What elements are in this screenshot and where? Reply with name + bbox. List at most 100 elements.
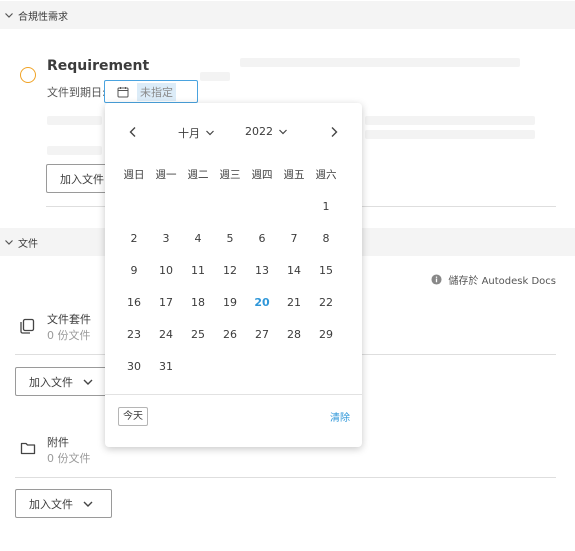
due-date-value: 未指定 bbox=[137, 82, 176, 101]
calendar-day[interactable]: 22 bbox=[310, 295, 342, 315]
placeholder-line bbox=[200, 72, 230, 81]
calendar-week-row: 1 bbox=[118, 199, 350, 231]
calendar-day[interactable]: 21 bbox=[278, 295, 310, 315]
attachments-title: 附件 bbox=[47, 436, 69, 449]
calendar-day[interactable]: 1 bbox=[310, 199, 342, 219]
calendar-empty-cell bbox=[214, 359, 246, 379]
placeholder-line bbox=[365, 116, 535, 125]
calendar-day[interactable]: 18 bbox=[182, 295, 214, 315]
calendar-day[interactable]: 14 bbox=[278, 263, 310, 283]
calendar-day[interactable]: 30 bbox=[118, 359, 150, 379]
calendar-day[interactable]: 12 bbox=[214, 263, 246, 283]
calendar-empty-cell bbox=[278, 359, 310, 379]
chevron-down-icon bbox=[5, 13, 13, 18]
day-grid: 1 2 3 4 5 6 7 8 9 10 11 12 13 14 15 16 17 18 19 20 21 22 23 24 2… bbox=[118, 199, 350, 391]
calendar-day[interactable]: 9 bbox=[118, 263, 150, 283]
add-files-label: 加入文件 bbox=[29, 497, 73, 511]
add-files-label: 加入文件 bbox=[29, 375, 73, 389]
add-files-dropdown-button[interactable]: 加入文件 bbox=[15, 489, 112, 518]
clear-button[interactable]: 清除 bbox=[330, 409, 350, 424]
calendar-week-row: 30 31 bbox=[118, 359, 350, 391]
calendar-week-row: 16 17 18 19 20 21 22 bbox=[118, 295, 350, 327]
storage-label: 儲存於 Autodesk Docs bbox=[448, 276, 556, 287]
chevron-down-icon bbox=[5, 240, 13, 245]
file-set-title: 文件套件 bbox=[47, 313, 91, 326]
divider bbox=[105, 394, 362, 395]
calendar-day[interactable]: 6 bbox=[246, 231, 278, 251]
chevron-down-icon bbox=[206, 130, 214, 136]
weekday-label: 週二 bbox=[187, 169, 209, 181]
calendar-day[interactable]: 29 bbox=[310, 327, 342, 347]
divider bbox=[15, 477, 556, 478]
weekday-label: 週五 bbox=[283, 169, 305, 181]
year-select[interactable]: 2022 bbox=[245, 125, 288, 138]
calendar-empty-cell bbox=[214, 199, 246, 219]
calendar-day[interactable]: 23 bbox=[118, 327, 150, 347]
status-circle-icon bbox=[20, 67, 36, 83]
month-select[interactable]: 十月 bbox=[178, 125, 215, 141]
calendar-day[interactable]: 5 bbox=[214, 231, 246, 251]
chevron-left-icon[interactable] bbox=[126, 125, 140, 139]
calendar-day[interactable]: 2 bbox=[118, 231, 150, 251]
weekday-label: 週四 bbox=[251, 169, 273, 181]
compliance-section-title: 合規性需求 bbox=[18, 11, 68, 23]
calendar-week-row: 2345678 bbox=[118, 231, 350, 263]
weekday-label: 週一 bbox=[155, 169, 177, 181]
weekday-label: 週六 bbox=[315, 169, 337, 181]
placeholder-line bbox=[240, 58, 520, 67]
calendar-empty-cell bbox=[310, 359, 342, 379]
weekday-header: 週日 週一 週二 週三 週四 週五 週六 bbox=[118, 167, 350, 182]
folder-icon bbox=[20, 442, 36, 455]
calendar-day[interactable]: 28 bbox=[278, 327, 310, 347]
due-date-label: 文件到期日: bbox=[47, 86, 106, 99]
calendar-empty-cell bbox=[278, 199, 310, 219]
calendar-empty-cell bbox=[118, 199, 150, 219]
chevron-down-icon bbox=[279, 129, 287, 134]
calendar-day[interactable]: 13 bbox=[246, 263, 278, 283]
calendar-day[interactable]: 31 bbox=[150, 359, 182, 379]
placeholder-line bbox=[47, 116, 102, 125]
due-date-field[interactable]: 未指定 bbox=[104, 80, 198, 103]
calendar-day[interactable]: 20 bbox=[246, 295, 278, 315]
calendar-day[interactable]: 17 bbox=[150, 295, 182, 315]
calendar-empty-cell bbox=[182, 199, 214, 219]
calendar-day[interactable]: 4 bbox=[182, 231, 214, 251]
calendar-day[interactable]: 16 bbox=[118, 295, 150, 315]
today-button[interactable]: 今天 bbox=[118, 407, 148, 426]
chevron-down-icon bbox=[83, 379, 93, 385]
calendar-week-row: 23 24 25 26 27 28 29 bbox=[118, 327, 350, 359]
calendar-day[interactable]: 19 bbox=[214, 295, 246, 315]
weekday-label: 週三 bbox=[219, 169, 241, 181]
calendar-empty-cell bbox=[246, 199, 278, 219]
calendar-day[interactable]: 27 bbox=[246, 327, 278, 347]
placeholder-line bbox=[365, 130, 535, 139]
calendar-empty-cell bbox=[246, 359, 278, 379]
placeholder-line bbox=[47, 146, 102, 155]
compliance-section-header[interactable]: 合規性需求 bbox=[0, 1, 575, 29]
calendar-day[interactable]: 7 bbox=[278, 231, 310, 251]
calendar-day[interactable]: 8 bbox=[310, 231, 342, 251]
info-icon bbox=[431, 274, 442, 285]
calendar-day[interactable]: 15 bbox=[310, 263, 342, 283]
calendar-day[interactable]: 25 bbox=[182, 327, 214, 347]
chevron-right-icon[interactable] bbox=[327, 125, 341, 139]
calendar-icon bbox=[117, 86, 129, 97]
weekday-label: 週日 bbox=[123, 169, 145, 181]
attachments-count: 0 份文件 bbox=[47, 452, 91, 465]
calendar-day[interactable]: 24 bbox=[150, 327, 182, 347]
date-picker-popup: 十月 2022 週日 週一 週二 週三 週四 週五 週六 1 2 3 4 5 6 7 8 9 10 11 12 13… bbox=[105, 103, 362, 447]
storage-location: 儲存於 Autodesk Docs bbox=[431, 272, 556, 287]
year-value: 2022 bbox=[245, 125, 273, 138]
calendar-empty-cell bbox=[182, 359, 214, 379]
calendar-empty-cell bbox=[150, 199, 182, 219]
calendar-day[interactable]: 10 bbox=[150, 263, 182, 283]
add-files-label: 加入文件 bbox=[60, 172, 104, 186]
calendar-day[interactable]: 3 bbox=[150, 231, 182, 251]
month-value: 十月 bbox=[178, 127, 200, 140]
chevron-down-icon bbox=[83, 501, 93, 507]
calendar-week-row: 9 10 11 12 13 14 15 bbox=[118, 263, 350, 295]
calendar-day[interactable]: 11 bbox=[182, 263, 214, 283]
documents-icon bbox=[20, 318, 35, 334]
add-files-dropdown-button[interactable]: 加入文件 bbox=[15, 367, 112, 396]
calendar-day[interactable]: 26 bbox=[214, 327, 246, 347]
